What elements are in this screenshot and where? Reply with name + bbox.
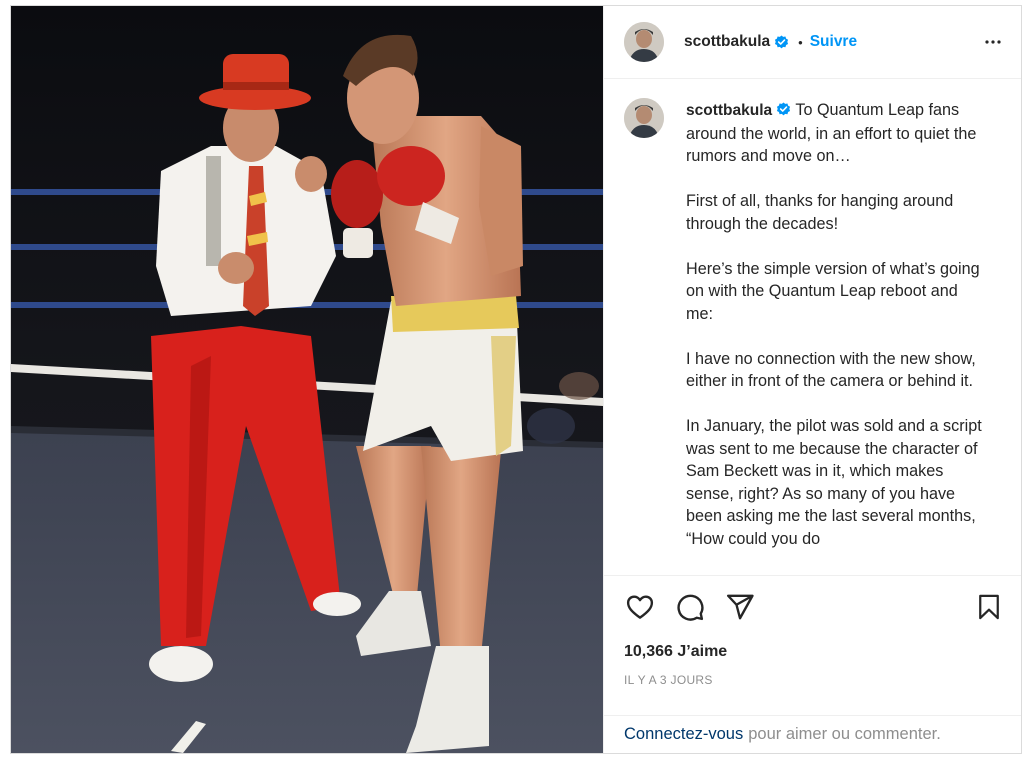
post-actions xyxy=(604,576,1021,638)
author-avatar[interactable] xyxy=(624,22,664,62)
post-container: scottbakula • Suivre scottbakula To Quan… xyxy=(10,5,1022,754)
login-prompt-text: pour aimer ou commenter. xyxy=(748,725,941,743)
paper-plane-icon[interactable] xyxy=(724,591,756,623)
caption-author-avatar[interactable] xyxy=(624,98,664,138)
caption-paragraph: I have no connection with the new show, … xyxy=(686,349,976,391)
author-username[interactable]: scottbakula xyxy=(684,33,770,51)
caption-paragraph: First of all, thanks for hanging around … xyxy=(686,192,954,233)
more-options-icon[interactable] xyxy=(981,30,1005,54)
caption-text: scottbakula To Quantum Leap fans around … xyxy=(686,99,986,575)
separator-dot: • xyxy=(798,34,803,50)
caption-author-username[interactable]: scottbakula xyxy=(686,102,772,119)
login-link[interactable]: Connectez-vous xyxy=(624,725,743,744)
caption-area[interactable]: scottbakula To Quantum Leap fans around … xyxy=(604,79,1021,576)
login-prompt: Connectez-vous pour aimer ou commenter. xyxy=(604,715,1021,753)
verified-badge-icon xyxy=(775,34,789,48)
likes-count[interactable]: 10,366 J’aime xyxy=(604,638,1021,666)
post-photo[interactable] xyxy=(11,6,603,753)
post-timestamp[interactable]: IL Y A 3 JOURS xyxy=(604,673,1021,687)
follow-button[interactable]: Suivre xyxy=(810,33,857,51)
post-side-panel: scottbakula • Suivre scottbakula To Quan… xyxy=(603,6,1021,753)
verified-badge-icon xyxy=(777,102,791,116)
caption-paragraph: scottbakula To Quantum Leap fans around … xyxy=(686,99,986,168)
caption-paragraph: Here’s the simple version of what’s goin… xyxy=(686,259,980,323)
bookmark-icon[interactable] xyxy=(973,591,1005,623)
heart-icon[interactable] xyxy=(624,591,656,623)
caption-paragraph: In January, the pilot was sold and a scr… xyxy=(686,417,982,548)
comment-icon[interactable] xyxy=(674,591,706,623)
post-header: scottbakula • Suivre xyxy=(604,6,1021,79)
